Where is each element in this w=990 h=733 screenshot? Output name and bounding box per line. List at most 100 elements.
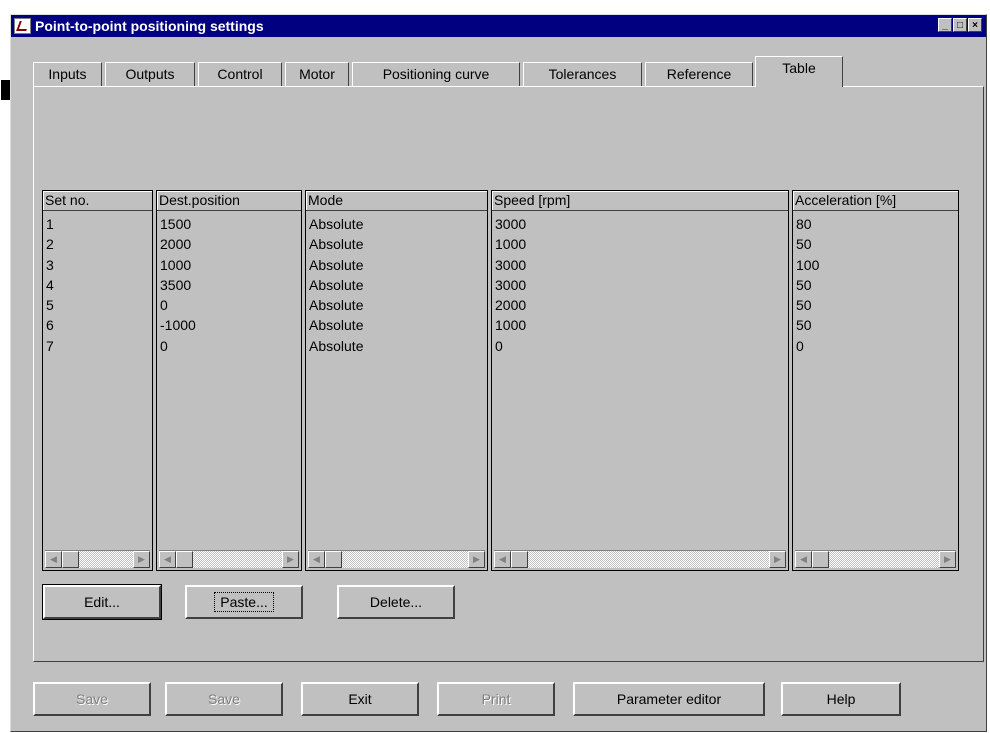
tab-tolerances[interactable]: Tolerances: [523, 62, 642, 86]
scroll-right-icon[interactable]: ▶: [468, 551, 485, 568]
parameter-editor-button-label: Parameter editor: [616, 691, 722, 707]
table-cell[interactable]: 2: [46, 234, 152, 254]
scroll-right-icon[interactable]: ▶: [769, 551, 786, 568]
table-cell[interactable]: 5: [46, 295, 152, 315]
table-cell[interactable]: 100: [796, 255, 958, 275]
table-cell[interactable]: 1: [46, 214, 152, 234]
save-as-button[interactable]: Save: [165, 682, 283, 716]
table-cell[interactable]: 50: [796, 315, 958, 335]
minimize-icon[interactable]: _: [938, 18, 952, 32]
table-cell[interactable]: 7: [46, 336, 152, 356]
table-cell[interactable]: 3: [46, 255, 152, 275]
scroll-right-icon[interactable]: ▶: [939, 551, 956, 568]
table-cell[interactable]: 50: [796, 275, 958, 295]
scroll-left-icon[interactable]: ◀: [159, 551, 176, 568]
print-button-label: Print: [481, 691, 511, 707]
table-cell[interactable]: 0: [796, 336, 958, 356]
horizontal-scrollbar[interactable]: ◀ ▶: [45, 550, 150, 568]
tab-control[interactable]: Control: [198, 62, 282, 86]
column-mode[interactable]: Mode Absolute Absolute Absolute Absolute…: [305, 190, 488, 571]
table-cell[interactable]: 1000: [495, 234, 788, 254]
column-speed[interactable]: Speed [rpm] 3000 1000 3000 3000 2000 100…: [491, 190, 789, 571]
table-cell[interactable]: 0: [160, 336, 301, 356]
edit-button-label: Edit...: [84, 594, 120, 610]
print-button[interactable]: Print: [437, 682, 555, 716]
table-cell[interactable]: 0: [495, 336, 788, 356]
horizontal-scrollbar[interactable]: ◀ ▶: [494, 550, 786, 568]
scroll-right-icon[interactable]: ▶: [133, 551, 150, 568]
delete-button-label: Delete...: [369, 594, 423, 610]
tab-inputs[interactable]: Inputs: [33, 62, 102, 86]
table-cell[interactable]: 1000: [160, 255, 301, 275]
scroll-thumb[interactable]: [62, 551, 79, 568]
table-cell[interactable]: 1000: [495, 315, 788, 335]
table-cell[interactable]: 50: [796, 295, 958, 315]
scroll-left-icon[interactable]: ◀: [45, 551, 62, 568]
edit-button[interactable]: Edit...: [42, 584, 162, 620]
maximize-icon[interactable]: □: [953, 18, 967, 32]
scroll-thumb[interactable]: [325, 551, 342, 568]
table-cell[interactable]: -1000: [160, 315, 301, 335]
paste-button-label: Paste...: [214, 592, 274, 612]
column-set-no[interactable]: Set no. 1 2 3 4 5 6 7 ◀ ▶: [42, 190, 153, 571]
table-cell[interactable]: Absolute: [309, 255, 487, 275]
scroll-left-icon[interactable]: ◀: [795, 551, 812, 568]
horizontal-scrollbar[interactable]: ◀ ▶: [159, 550, 299, 568]
horizontal-scrollbar[interactable]: ◀ ▶: [795, 550, 956, 568]
table-cell[interactable]: 2000: [495, 295, 788, 315]
column-dest-position[interactable]: Dest.position 1500 2000 1000 3500 0 -100…: [156, 190, 302, 571]
close-icon[interactable]: ×: [968, 18, 982, 32]
exit-button-label: Exit: [348, 691, 372, 707]
column-header[interactable]: Mode: [306, 191, 487, 211]
table-cell[interactable]: Absolute: [309, 214, 487, 234]
column-header[interactable]: Dest.position: [157, 191, 301, 211]
scroll-thumb[interactable]: [812, 551, 829, 568]
table-cell[interactable]: 1500: [160, 214, 301, 234]
window-controls: _ □ ×: [938, 18, 982, 32]
help-button[interactable]: Help: [781, 682, 901, 716]
scroll-left-icon[interactable]: ◀: [308, 551, 325, 568]
table-cell[interactable]: Absolute: [309, 275, 487, 295]
scroll-right-icon[interactable]: ▶: [282, 551, 299, 568]
table-cell[interactable]: 3000: [495, 214, 788, 234]
column-header[interactable]: Set no.: [43, 191, 152, 211]
column-values: 3000 1000 3000 3000 2000 1000 0: [492, 211, 788, 356]
tab-table[interactable]: Table: [755, 56, 843, 87]
table-cell[interactable]: Absolute: [309, 336, 487, 356]
table-cell[interactable]: 50: [796, 234, 958, 254]
scroll-left-icon[interactable]: ◀: [494, 551, 511, 568]
table-cell[interactable]: 80: [796, 214, 958, 234]
exit-button[interactable]: Exit: [301, 682, 419, 716]
edge-marker: [1, 80, 10, 100]
tab-reference[interactable]: Reference: [645, 62, 753, 86]
scroll-thumb[interactable]: [176, 551, 193, 568]
table-cell[interactable]: 0: [160, 295, 301, 315]
column-header[interactable]: Speed [rpm]: [492, 191, 788, 211]
tab-outputs[interactable]: Outputs: [105, 62, 195, 86]
table-cell[interactable]: 2000: [160, 234, 301, 254]
paste-button[interactable]: Paste...: [185, 585, 303, 619]
parameter-editor-button[interactable]: Parameter editor: [573, 682, 765, 716]
table-cell[interactable]: Absolute: [309, 234, 487, 254]
delete-button[interactable]: Delete...: [337, 585, 455, 619]
title-bar: Point-to-point positioning settings _ □ …: [11, 15, 986, 37]
settings-window: Point-to-point positioning settings _ □ …: [10, 14, 987, 732]
tab-motor[interactable]: Motor: [285, 62, 349, 86]
table-cell[interactable]: 3500: [160, 275, 301, 295]
table-cell[interactable]: 3000: [495, 275, 788, 295]
tab-positioning-curve[interactable]: Positioning curve: [352, 62, 520, 86]
scroll-thumb[interactable]: [511, 551, 528, 568]
save-button[interactable]: Save: [33, 682, 151, 716]
help-button-label: Help: [826, 691, 856, 707]
column-values: Absolute Absolute Absolute Absolute Abso…: [306, 211, 487, 356]
column-acceleration[interactable]: Acceleration [%] 80 50 100 50 50 50 0 ◀ …: [792, 190, 959, 571]
table-cell[interactable]: 6: [46, 315, 152, 335]
horizontal-scrollbar[interactable]: ◀ ▶: [308, 550, 485, 568]
table-cell[interactable]: 4: [46, 275, 152, 295]
column-values: 80 50 100 50 50 50 0: [793, 211, 958, 356]
table-cell[interactable]: Absolute: [309, 315, 487, 335]
column-values: 1 2 3 4 5 6 7: [43, 211, 152, 356]
table-cell[interactable]: 3000: [495, 255, 788, 275]
table-cell[interactable]: Absolute: [309, 295, 487, 315]
column-header[interactable]: Acceleration [%]: [793, 191, 958, 211]
